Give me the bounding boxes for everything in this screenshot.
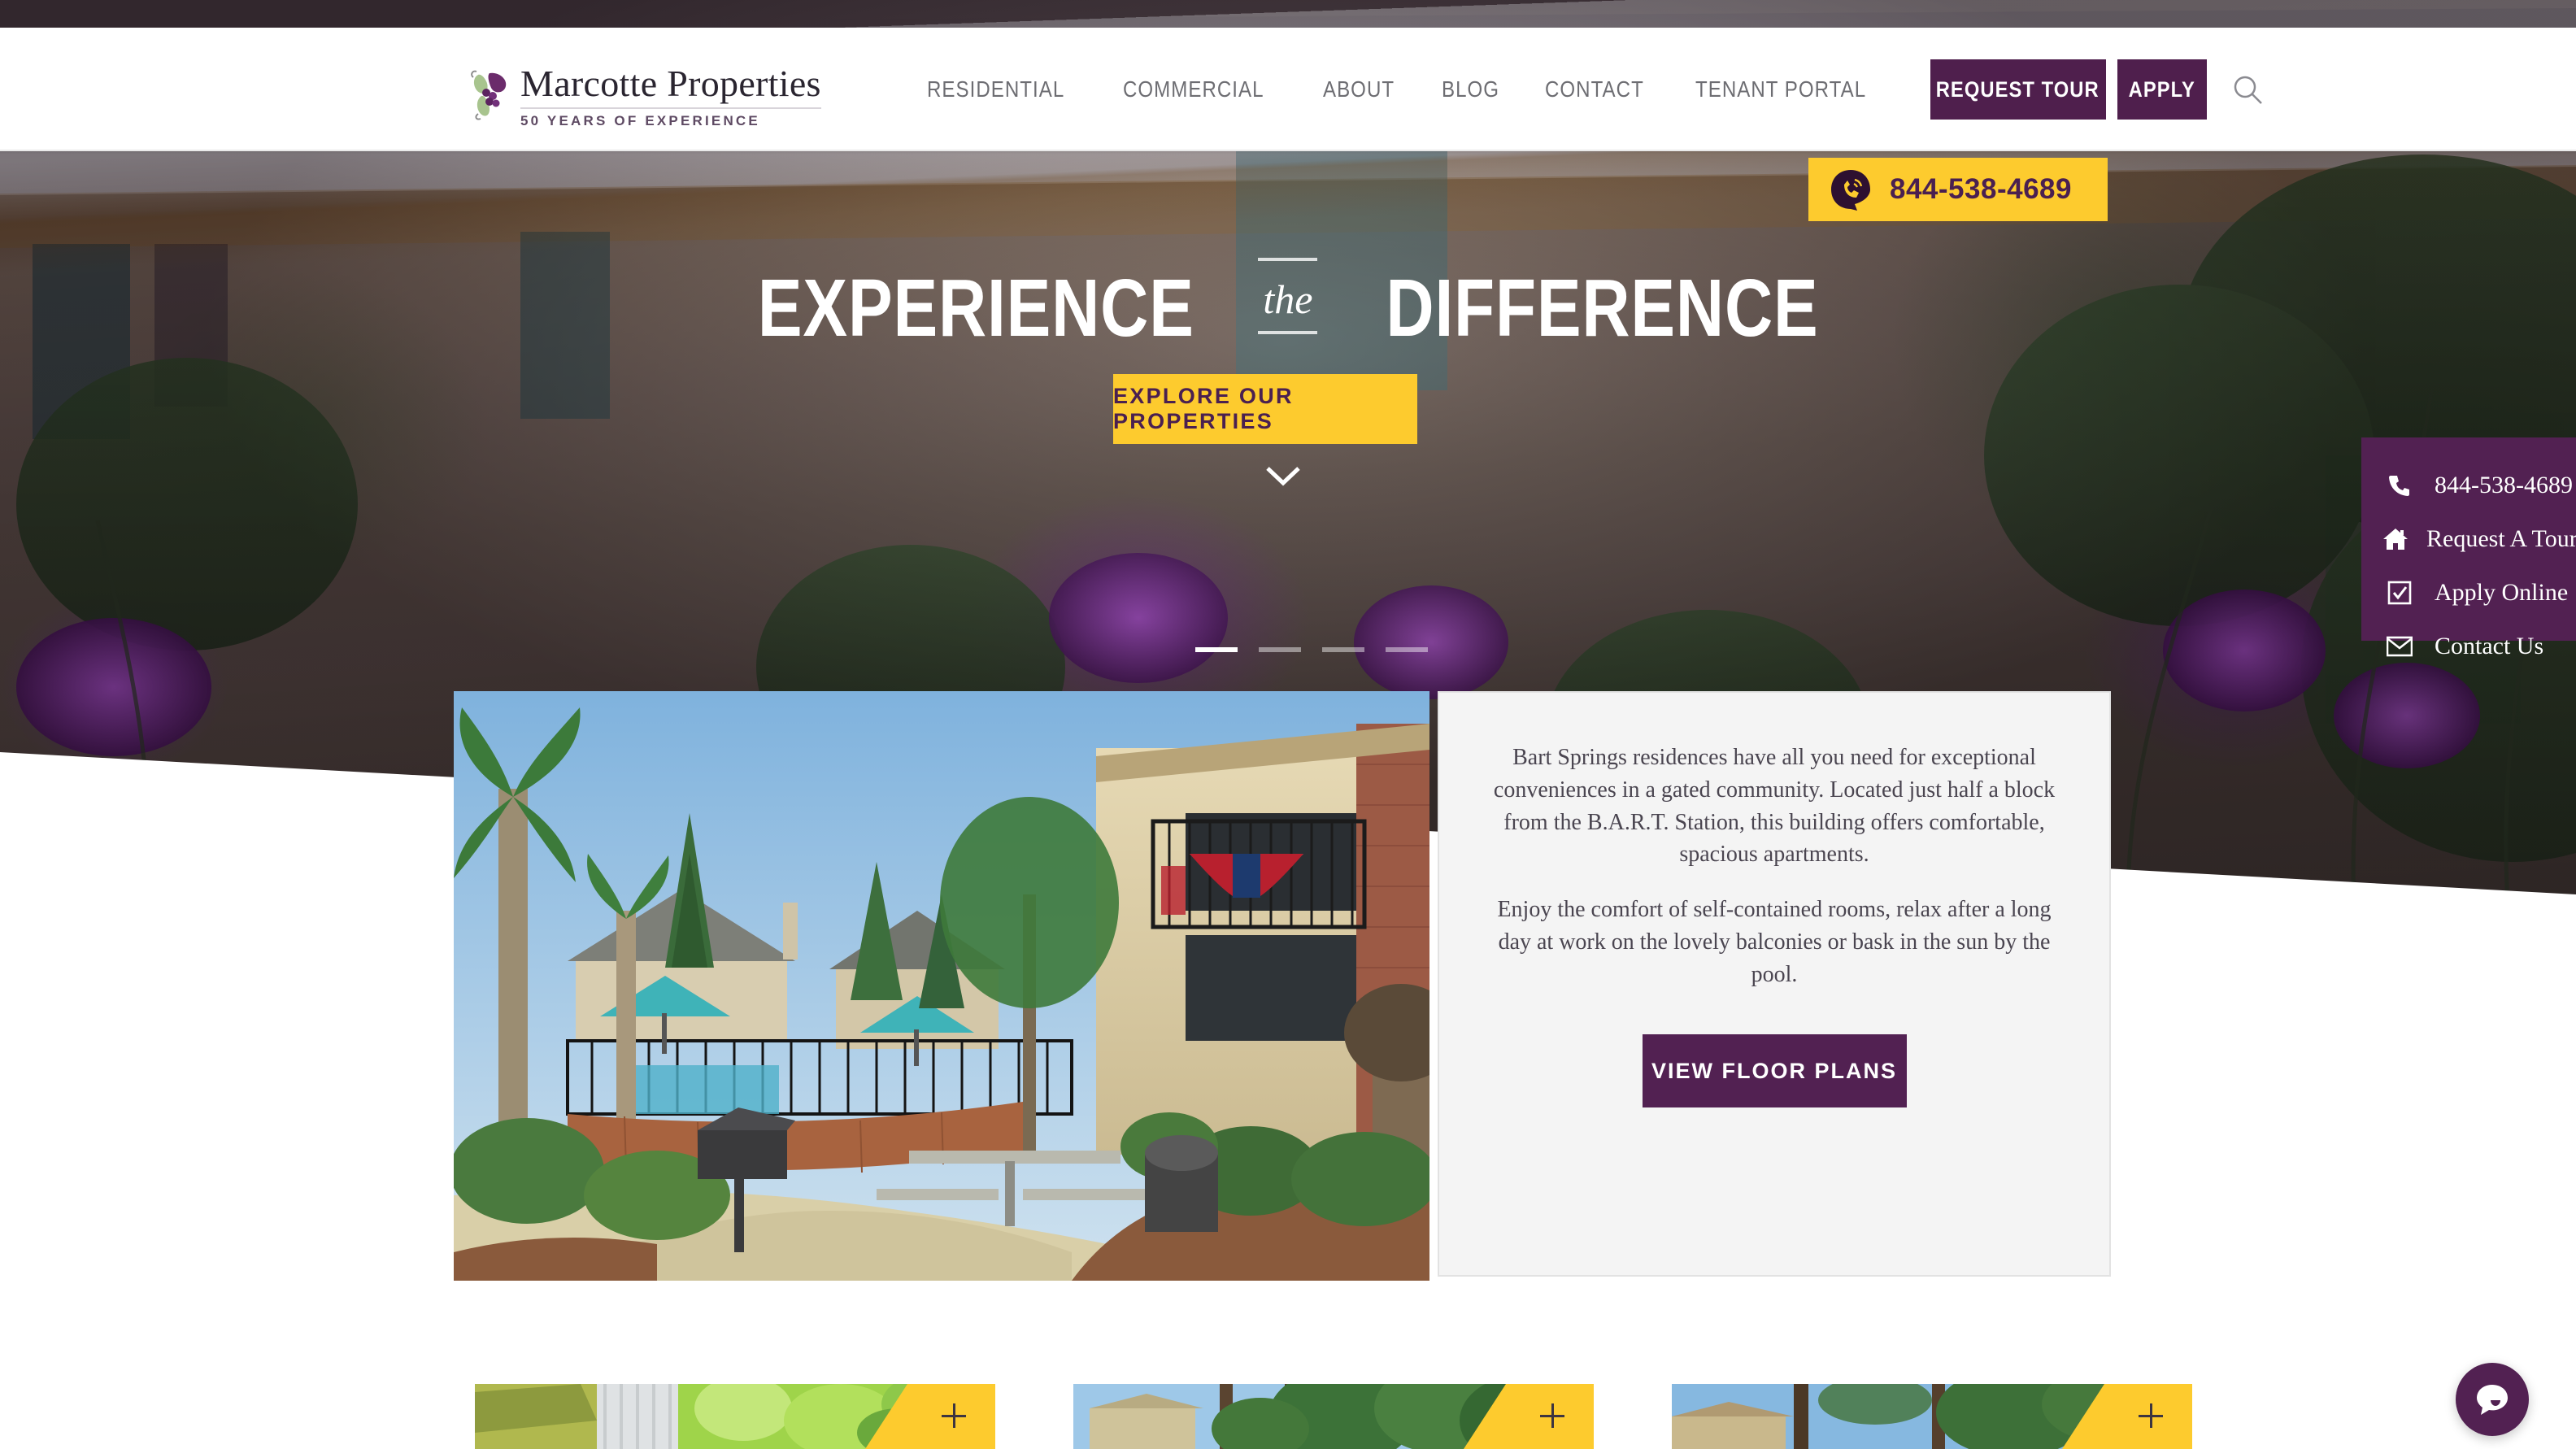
property-card-3[interactable] [1672,1384,2192,1449]
property-card-2[interactable] [1073,1384,1594,1449]
slider-dot-3[interactable] [1322,647,1364,652]
hero-slider-indicators [1195,647,1428,652]
nav-item-contact[interactable]: CONTACT [1545,76,1644,102]
logo-divider [520,107,821,109]
chevron-down-icon[interactable] [1265,465,1301,486]
plus-icon[interactable] [2139,1403,2163,1428]
site-header: Marcotte Properties 50 YEARS OF EXPERIEN… [0,28,2576,151]
nav-item-commercial[interactable]: COMMERCIAL [1123,76,1264,102]
explore-properties-button[interactable]: EXPLORE OUR PROPERTIES [1113,374,1417,444]
rail-item-request-tour[interactable]: Request A Tour [2382,512,2576,566]
page-root: Marcotte Properties 50 YEARS OF EXPERIEN… [0,0,2576,1449]
rail-label-apply-online: Apply Online [2435,579,2569,606]
apply-label: APPLY [2128,76,2195,102]
view-floor-plans-button[interactable]: VIEW FLOOR PLANS [1642,1034,1907,1108]
plus-icon[interactable] [1540,1403,1564,1428]
phone-badge-number: 844-538-4689 [1890,173,2072,205]
home-icon [2382,527,2408,551]
rail-label-request-tour: Request A Tour [2426,525,2576,552]
rail-label-phone: 844-538-4689 [2435,472,2573,498]
sticky-side-rail: 844-538-4689 Request A Tour Apply Online… [2361,437,2576,659]
hero-headline-part1: EXPERIENCE [757,263,1194,354]
site-logo[interactable]: Marcotte Properties 50 YEARS OF EXPERIEN… [470,65,821,129]
plus-icon[interactable] [942,1403,966,1428]
request-tour-label: REQUEST TOUR [1936,76,2100,102]
nav-item-residential[interactable]: RESIDENTIAL [927,76,1064,102]
explore-properties-label: EXPLORE OUR PROPERTIES [1113,384,1294,433]
checkbox-icon [2382,581,2417,605]
search-icon[interactable] [2231,73,2264,106]
property-card-list [475,1384,2192,1449]
phone-badge[interactable]: 844-538-4689 [1808,158,2108,221]
phone-icon [2382,473,2417,498]
property-info-card: Bart Springs residences have all you nee… [1438,691,2111,1277]
slider-dot-2[interactable] [1259,647,1301,652]
property-photo[interactable] [454,691,1429,1281]
rail-label-contact-us: Contact Us [2435,633,2544,659]
logo-tagline: 50 YEARS OF EXPERIENCE [520,113,760,128]
hero-headline: EXPERIENCE the DIFFERENCE [0,258,2576,355]
apply-button[interactable]: APPLY [2117,59,2207,120]
slider-dot-1[interactable] [1195,647,1238,652]
chat-bubble-icon [2477,1385,2508,1415]
main-navigation: RESIDENTIAL COMMERCIAL ABOUT BLOG CONTAC… [927,28,2264,151]
rail-item-contact-us[interactable]: Contact Us [2382,620,2576,673]
logo-company-name: Marcotte Properties [520,63,821,104]
envelope-icon [2382,636,2417,657]
hero-headline-the: the [1258,258,1318,334]
phone-bubble-icon [1830,168,1872,211]
hero-headline-part2: DIFFERENCE [1386,263,1819,354]
grape-vine-logo-icon [470,68,514,120]
chat-widget-button[interactable] [2456,1363,2529,1436]
rail-item-phone[interactable]: 844-538-4689 [2382,459,2576,512]
view-floor-plans-label: VIEW FLOOR PLANS [1651,1058,1897,1083]
property-paragraph-2: Enjoy the comfort of self-contained room… [1497,897,2052,987]
nav-item-about[interactable]: ABOUT [1323,76,1395,102]
request-tour-button[interactable]: REQUEST TOUR [1930,59,2106,120]
slider-dot-4[interactable] [1386,647,1428,652]
property-paragraph-1: Bart Springs residences have all you nee… [1493,745,2056,868]
nav-item-tenant-portal[interactable]: TENANT PORTAL [1695,76,1866,102]
rail-item-apply-online[interactable]: Apply Online [2382,566,2576,620]
property-card-1[interactable] [475,1384,995,1449]
nav-item-blog[interactable]: BLOG [1442,76,1499,102]
